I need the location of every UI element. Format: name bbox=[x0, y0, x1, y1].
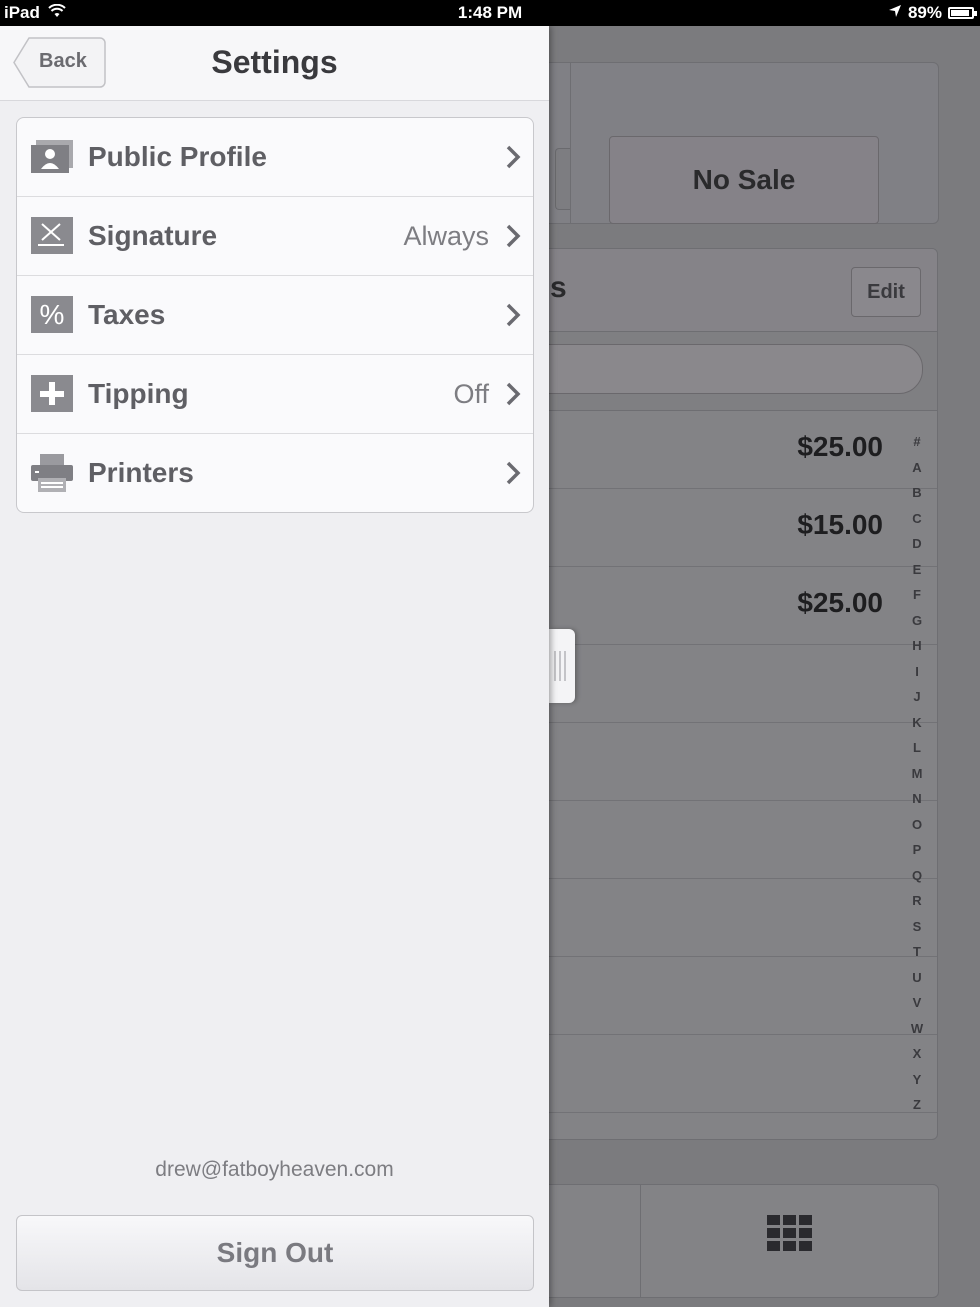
settings-item-tipping[interactable]: Tipping Off bbox=[17, 355, 533, 434]
chevron-right-icon bbox=[505, 224, 521, 248]
chevron-right-icon bbox=[505, 461, 521, 485]
list-item[interactable] bbox=[549, 645, 937, 723]
list-item[interactable]: $25.00 bbox=[549, 567, 937, 645]
tipping-value: Off bbox=[453, 378, 489, 409]
items-list: s Edit $25.00 $15.00 $25.00 # A B C D E F G H I J K… bbox=[549, 248, 938, 1140]
index-letter[interactable]: X bbox=[907, 1041, 927, 1067]
index-letter[interactable]: Y bbox=[907, 1067, 927, 1093]
index-letter[interactable]: V bbox=[907, 990, 927, 1016]
list-item[interactable] bbox=[549, 723, 937, 801]
percent-icon: % bbox=[29, 296, 73, 334]
index-letter[interactable]: T bbox=[907, 939, 927, 965]
keypad-icon[interactable] bbox=[767, 1215, 812, 1251]
index-letter[interactable]: C bbox=[907, 506, 927, 532]
item-price: $15.00 bbox=[797, 509, 883, 540]
index-letter[interactable]: W bbox=[907, 1016, 927, 1042]
list-item[interactable] bbox=[549, 1035, 937, 1113]
settings-navbar: Back Settings bbox=[0, 26, 549, 101]
list-title-fragment: s bbox=[550, 271, 567, 304]
printer-icon bbox=[29, 454, 73, 492]
index-letter[interactable]: D bbox=[907, 531, 927, 557]
index-letter[interactable]: N bbox=[907, 786, 927, 812]
location-arrow-icon bbox=[888, 3, 902, 23]
index-letter[interactable]: # bbox=[907, 429, 927, 455]
index-letter[interactable]: K bbox=[907, 710, 927, 736]
index-letter[interactable]: A bbox=[907, 455, 927, 481]
settings-item-signature[interactable]: Signature Always bbox=[17, 197, 533, 276]
list-item[interactable]: $15.00 bbox=[549, 489, 937, 567]
account-email: drew@fatboyheaven.com bbox=[155, 1158, 394, 1181]
list-header: s Edit bbox=[549, 249, 937, 332]
edit-button[interactable]: Edit bbox=[851, 267, 921, 317]
index-letter[interactable]: L bbox=[907, 735, 927, 761]
index-letter[interactable]: S bbox=[907, 914, 927, 940]
settings-item-public-profile[interactable]: Public Profile bbox=[17, 118, 533, 197]
settings-item-label: Public Profile bbox=[88, 141, 267, 172]
settings-item-label: Printers bbox=[88, 457, 194, 488]
chevron-right-icon bbox=[505, 382, 521, 406]
index-letter[interactable]: P bbox=[907, 837, 927, 863]
svg-text:%: % bbox=[40, 299, 65, 330]
index-letter[interactable]: B bbox=[907, 480, 927, 506]
settings-list: Public Profile Signature Always % Taxes … bbox=[16, 117, 534, 513]
index-letter[interactable]: J bbox=[907, 684, 927, 710]
no-sale-button[interactable]: No Sale bbox=[609, 136, 879, 224]
index-letter[interactable]: F bbox=[907, 582, 927, 608]
status-bar: iPad 1:48 PM 89% bbox=[0, 0, 980, 26]
index-letter[interactable]: E bbox=[907, 557, 927, 583]
settings-panel: Back Settings Public Profile Signature A… bbox=[0, 26, 549, 1307]
drawer-grip-handle[interactable] bbox=[549, 629, 575, 703]
search-input[interactable] bbox=[549, 344, 923, 394]
signature-icon bbox=[29, 217, 73, 255]
settings-item-label: Tipping bbox=[88, 378, 189, 409]
item-rows: $25.00 $15.00 $25.00 bbox=[549, 411, 937, 1113]
index-letter[interactable]: H bbox=[907, 633, 927, 659]
list-item[interactable] bbox=[549, 801, 937, 879]
page-title: Settings bbox=[211, 44, 338, 80]
search-area bbox=[549, 332, 937, 411]
battery-percent: 89% bbox=[907, 3, 942, 22]
list-item[interactable]: $25.00 bbox=[549, 411, 937, 489]
item-price: $25.00 bbox=[797, 431, 883, 462]
signature-value: Always bbox=[403, 220, 489, 251]
chevron-right-icon bbox=[505, 145, 521, 169]
index-letter[interactable]: U bbox=[907, 965, 927, 991]
chevron-right-icon bbox=[505, 303, 521, 327]
settings-item-taxes[interactable]: % Taxes bbox=[17, 276, 533, 355]
plus-icon bbox=[29, 375, 73, 413]
profile-icon bbox=[29, 138, 73, 176]
battery-icon bbox=[948, 7, 977, 19]
settings-item-printers[interactable]: Printers bbox=[17, 434, 533, 512]
sign-out-button[interactable]: Sign Out bbox=[16, 1215, 534, 1291]
list-item[interactable] bbox=[549, 957, 937, 1035]
index-letter[interactable]: R bbox=[907, 888, 927, 914]
item-price: $25.00 bbox=[797, 587, 883, 618]
status-time: 1:48 PM bbox=[457, 3, 523, 22]
alphabet-index[interactable]: # A B C D E F G H I J K L M N O P Q R S T U V W X Y Z bbox=[907, 429, 927, 1118]
index-letter[interactable]: M bbox=[907, 761, 927, 787]
register-background: No Sale s Edit $25.00 $15.00 $25.00 # A B C… bbox=[549, 26, 980, 1307]
index-letter[interactable]: Q bbox=[907, 863, 927, 889]
index-letter[interactable]: G bbox=[907, 608, 927, 634]
index-letter[interactable]: O bbox=[907, 812, 927, 838]
top-card: No Sale bbox=[549, 62, 939, 224]
partial-control bbox=[555, 148, 570, 210]
index-letter[interactable]: I bbox=[907, 659, 927, 685]
list-item[interactable] bbox=[549, 879, 937, 957]
bottom-toolbar bbox=[549, 1184, 939, 1298]
settings-item-label: Signature bbox=[88, 220, 218, 251]
index-letter[interactable]: Z bbox=[907, 1092, 927, 1118]
settings-item-label: Taxes bbox=[88, 299, 166, 330]
